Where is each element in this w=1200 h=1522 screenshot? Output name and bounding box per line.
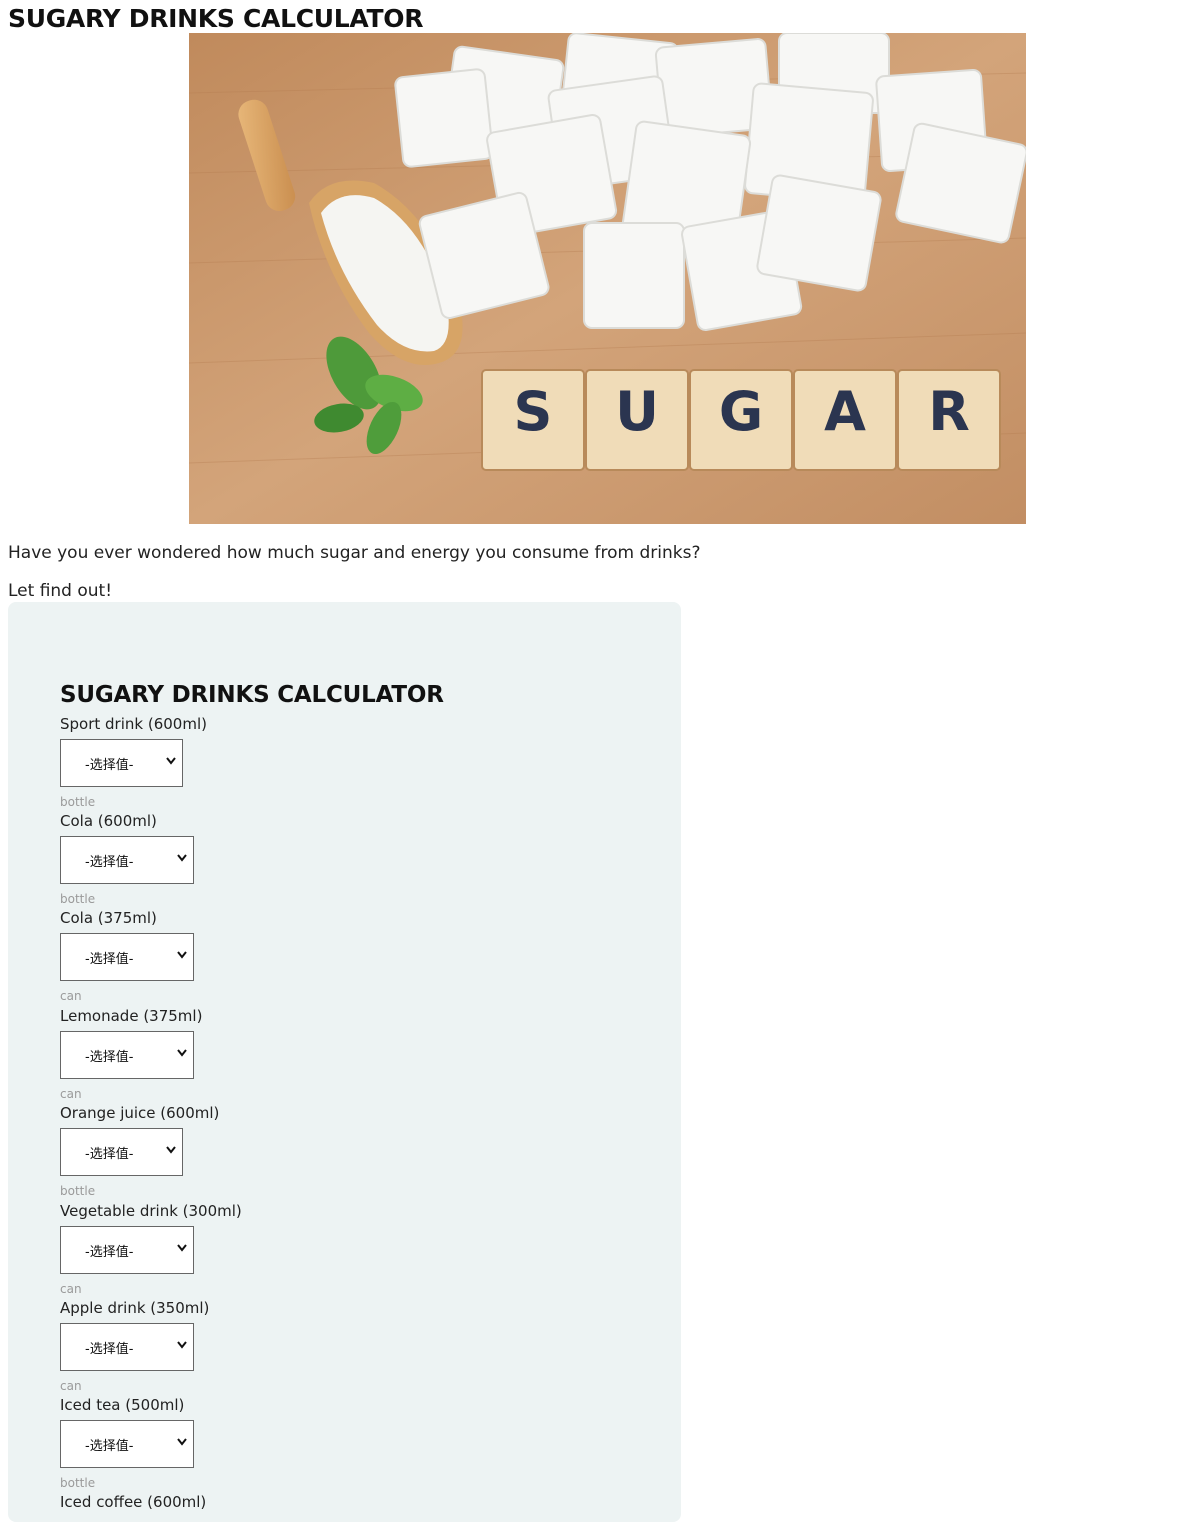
select-value: -选择值-	[85, 1146, 134, 1162]
select-value: -选择值-	[85, 951, 134, 967]
quantity-select[interactable]: -选择值-	[60, 1226, 194, 1274]
letter-tile-text: G	[719, 380, 763, 443]
unit-label: bottle	[60, 1184, 96, 1198]
select-value: -选择值-	[85, 1244, 134, 1260]
drink-label: Cola (600ml)	[60, 812, 157, 830]
chevron-down-icon	[177, 854, 187, 862]
drink-row-orange-juice: Orange juice (600ml) -选择值- bottle	[60, 1104, 220, 1198]
drink-label: Iced tea (500ml)	[60, 1396, 185, 1414]
quantity-select[interactable]: -选择值-	[60, 933, 194, 981]
drink-row-cola-600: Cola (600ml) -选择值- bottle	[60, 812, 194, 906]
drink-row-iced-coffee: Iced coffee (600ml)	[60, 1493, 206, 1511]
sugar-photo: SUGAR	[189, 33, 1026, 524]
hero-image: SUGAR	[189, 33, 1026, 524]
intro-question: Have you ever wondered how much sugar an…	[8, 543, 701, 563]
unit-label: can	[60, 1282, 82, 1296]
chevron-down-icon	[177, 951, 187, 959]
unit-label: bottle	[60, 892, 96, 906]
unit-label: can	[60, 1087, 82, 1101]
drink-row-sport-drink: Sport drink (600ml) -选择值- bottle	[60, 715, 207, 809]
unit-label: can	[60, 1379, 82, 1393]
quantity-select[interactable]: -选择值-	[60, 1420, 194, 1468]
letter-tiles: SUGAR	[481, 369, 1001, 471]
select-value: -选择值-	[85, 757, 134, 773]
calculator-panel: SUGARY DRINKS CALCULATOR Sport drink (60…	[8, 602, 681, 1522]
chevron-down-icon	[177, 1341, 187, 1349]
letter-tile-text: A	[824, 380, 866, 443]
quantity-select[interactable]: -选择值-	[60, 739, 183, 787]
chevron-down-icon	[166, 1146, 176, 1154]
page-title: SUGARY DRINKS CALCULATOR	[8, 4, 424, 33]
letter-tile-text: U	[615, 380, 659, 443]
unit-label: can	[60, 989, 82, 1003]
drink-label: Orange juice (600ml)	[60, 1104, 220, 1122]
quantity-select[interactable]: -选择值-	[60, 1128, 183, 1176]
drink-row-iced-tea: Iced tea (500ml) -选择值- bottle	[60, 1396, 194, 1490]
drink-row-apple-drink: Apple drink (350ml) -选择值- can	[60, 1299, 210, 1393]
chevron-down-icon	[177, 1244, 187, 1252]
quantity-select[interactable]: -选择值-	[60, 1031, 194, 1079]
drink-label: Vegetable drink (300ml)	[60, 1202, 242, 1220]
letter-tile-text: R	[928, 380, 970, 443]
drink-label: Apple drink (350ml)	[60, 1299, 210, 1317]
drink-label: Iced coffee (600ml)	[60, 1493, 207, 1511]
unit-label: bottle	[60, 795, 96, 809]
chevron-down-icon	[177, 1438, 187, 1446]
letter-tile-text: S	[514, 380, 553, 443]
quantity-select[interactable]: -选择值-	[60, 836, 194, 884]
drink-row-cola-375: Cola (375ml) -选择值- can	[60, 909, 194, 1003]
drink-row-lemonade: Lemonade (375ml) -选择值- can	[60, 1007, 203, 1101]
select-value: -选择值-	[85, 854, 134, 870]
drink-row-vegetable-drink: Vegetable drink (300ml) -选择值- can	[60, 1202, 242, 1296]
drink-label: Sport drink (600ml)	[60, 715, 207, 733]
chevron-down-icon	[166, 757, 176, 765]
intro-cta: Let find out!	[8, 581, 113, 601]
chevron-down-icon	[177, 1049, 187, 1057]
drink-label: Cola (375ml)	[60, 909, 157, 927]
calculator-title: SUGARY DRINKS CALCULATOR	[60, 682, 444, 708]
select-value: -选择值-	[85, 1341, 134, 1357]
unit-label: bottle	[60, 1476, 96, 1490]
select-value: -选择值-	[85, 1438, 134, 1454]
quantity-select[interactable]: -选择值-	[60, 1323, 194, 1371]
select-value: -选择值-	[85, 1049, 134, 1065]
drink-label: Lemonade (375ml)	[60, 1007, 203, 1025]
